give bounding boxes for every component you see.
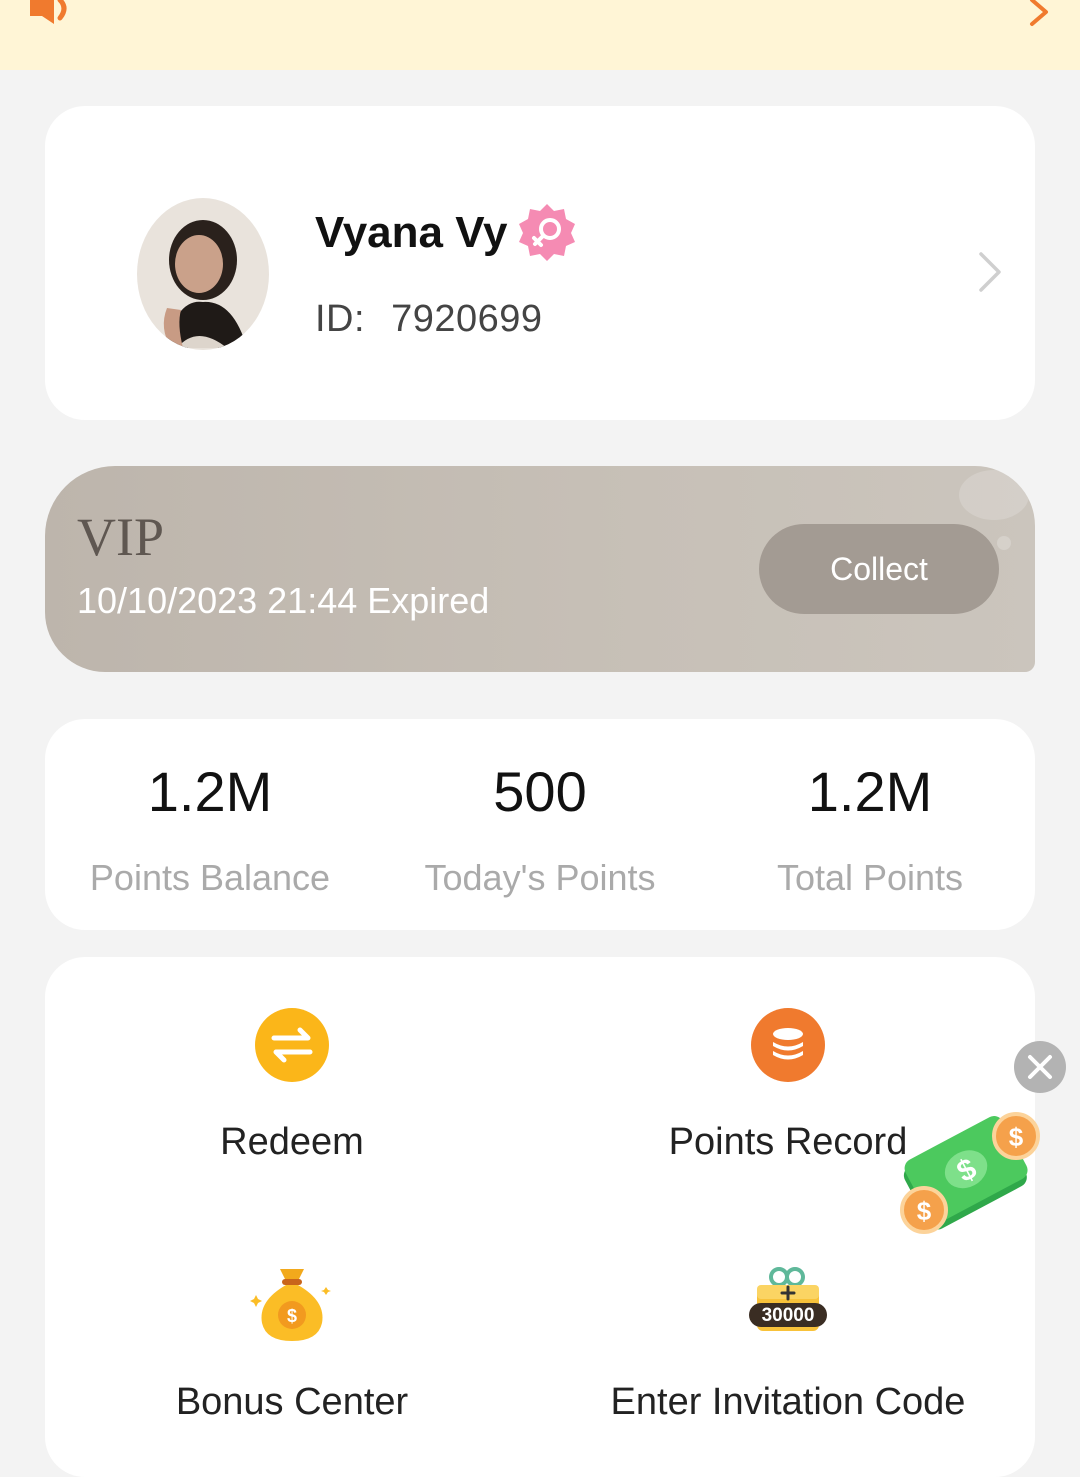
gift-badge-text: 30000: [762, 1305, 815, 1326]
menu-item-label: Redeem: [220, 1121, 364, 1163]
svg-text:$: $: [1009, 1122, 1024, 1152]
menu-item-label: Enter Invitation Code: [610, 1381, 966, 1423]
chevron-right-icon[interactable]: [1024, 0, 1054, 35]
points-stats-card: 1.2M Points Balance 500 Today's Points 1…: [45, 719, 1035, 930]
stat-label: Today's Points: [424, 857, 656, 898]
stat-label: Total Points: [776, 857, 964, 898]
swap-arrows-icon: [254, 1007, 330, 1088]
speaker-icon: [28, 0, 78, 37]
vip-card: VIP 10/10/2023 21:44 Expired Collect: [45, 466, 1035, 672]
vip-decoration: [959, 470, 1029, 520]
stat-label: Points Balance: [89, 857, 331, 898]
floating-cash-promo[interactable]: $ $ $: [888, 1100, 1048, 1250]
stat-value: 500: [493, 760, 587, 823]
svg-text:$: $: [287, 1306, 297, 1326]
user-name: Vyana Vy: [315, 208, 508, 257]
svg-text:$: $: [917, 1196, 932, 1226]
menu-item-bonus-center[interactable]: $ Bonus Center: [82, 1265, 502, 1425]
stat-points-balance[interactable]: 1.2M Points Balance: [45, 719, 375, 930]
menu-item-redeem[interactable]: Redeem: [82, 1007, 502, 1167]
menu-item-enter-invitation-code[interactable]: 30000 Enter Invitation Code: [578, 1265, 998, 1425]
close-promo-button[interactable]: [1014, 1041, 1066, 1093]
vip-decoration: [997, 536, 1011, 550]
collect-button[interactable]: Collect: [759, 524, 999, 614]
notice-bar[interactable]: [0, 0, 1080, 70]
user-id-value: 7920699: [391, 298, 543, 340]
stat-todays-points[interactable]: 500 Today's Points: [375, 719, 705, 930]
user-id-label: ID:: [315, 298, 366, 340]
stat-total-points[interactable]: 1.2M Total Points: [705, 719, 1035, 930]
stat-value: 1.2M: [147, 760, 273, 823]
close-icon: [1028, 1055, 1052, 1079]
coin-stack-icon: [750, 1007, 826, 1088]
stat-value: 1.2M: [807, 760, 933, 823]
gift-box-icon: 30000: [749, 1265, 827, 1350]
avatar[interactable]: [137, 198, 269, 350]
female-badge-icon: [517, 202, 577, 267]
menu-card: Redeem Points Record $ Bonus Center 3000…: [45, 957, 1035, 1477]
menu-item-label: Bonus Center: [175, 1381, 409, 1423]
user-id: ID: 7920699: [315, 298, 543, 341]
vip-expiry: 10/10/2023 21:44 Expired: [77, 580, 490, 621]
chevron-right-icon[interactable]: [977, 250, 1003, 299]
profile-card[interactable]: Vyana Vy ID: 7920699: [45, 106, 1035, 420]
money-bag-icon: $: [250, 1265, 334, 1350]
vip-title: VIP: [77, 507, 165, 567]
